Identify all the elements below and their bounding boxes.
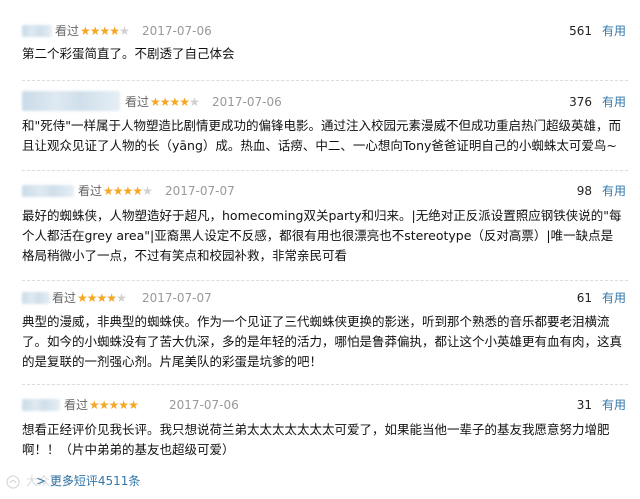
- star-icon: ★: [86, 291, 98, 305]
- star-icon: ★: [96, 291, 108, 305]
- star-icon: ★: [98, 398, 110, 412]
- useful-button[interactable]: 有用: [602, 93, 626, 111]
- divider: [22, 80, 628, 81]
- vote-count: 98: [576, 184, 592, 198]
- vote-count: 61: [576, 291, 592, 305]
- review-meta: 看过 ★★★★★ 2017-07-06 561 有用: [0, 22, 640, 40]
- rating-stars: ★★★★★: [150, 93, 200, 111]
- review-text: 想看正经评价见我长评。我只想说荷兰弟太太太太太太太可爱了，如果能当他一辈子的基友…: [22, 422, 610, 457]
- rating-stars: ★★★★★: [80, 22, 130, 40]
- user-name-blurred[interactable]: [22, 91, 120, 111]
- review-text: 典型的漫威，非典型的蜘蛛侠。作为一个见证了三代蜘蛛侠更换的影迷，听到那个熟悉的音…: [22, 314, 623, 369]
- vote-count: 561: [569, 24, 592, 38]
- review-meta: 看过 ★★★★★ 2017-07-06 31 有用: [0, 396, 640, 414]
- user-name-blurred[interactable]: [22, 292, 50, 304]
- review-date: 2017-07-06: [212, 95, 282, 109]
- rating-stars: ★★★★★: [103, 182, 153, 200]
- star-icon: ★: [116, 291, 127, 305]
- review-meta: 看过 ★★★★★ 2017-07-07 98 有用: [0, 182, 640, 200]
- divider: [22, 170, 628, 171]
- star-icon: ★: [150, 95, 161, 109]
- rating-stars: ★★★★★: [77, 289, 127, 307]
- star-icon: ★: [142, 184, 153, 198]
- user-name-blurred[interactable]: [22, 399, 60, 411]
- user-name-blurred[interactable]: [22, 25, 52, 37]
- review-text: 第二个彩蛋简直了。不剧透了自己体会: [22, 46, 235, 61]
- watched-label: 看过: [64, 398, 89, 412]
- star-icon: ★: [119, 24, 130, 38]
- star-icon: ★: [106, 291, 117, 305]
- star-icon: ★: [118, 398, 129, 412]
- star-icon: ★: [169, 95, 181, 109]
- star-icon: ★: [77, 291, 88, 305]
- star-icon: ★: [89, 24, 101, 38]
- divider: [22, 280, 628, 281]
- star-icon: ★: [128, 398, 139, 412]
- star-icon: ★: [122, 184, 134, 198]
- useful-button[interactable]: 有用: [602, 22, 626, 40]
- star-icon: ★: [179, 95, 190, 109]
- review-text: 和"死侍"一样属于人物塑造比剧情更成功的偏锋电影。通过注入校园元素漫威不但成功重…: [22, 118, 622, 153]
- star-icon: ★: [132, 184, 143, 198]
- useful-button[interactable]: 有用: [602, 396, 626, 414]
- star-icon: ★: [159, 95, 171, 109]
- watched-label: 看过: [55, 24, 80, 38]
- useful-button[interactable]: 有用: [602, 182, 626, 200]
- useful-button[interactable]: 有用: [602, 289, 626, 307]
- star-icon: ★: [109, 24, 120, 38]
- watched-label: 看过: [78, 184, 103, 198]
- divider: [22, 384, 628, 385]
- rating-stars: ★★★★★: [89, 396, 139, 414]
- user-name-blurred[interactable]: [22, 185, 74, 197]
- star-icon: ★: [89, 398, 100, 412]
- review-date: 2017-07-07: [165, 184, 235, 198]
- star-icon: ★: [108, 398, 120, 412]
- watermark-logo-icon: [6, 474, 20, 489]
- star-icon: ★: [189, 95, 200, 109]
- review-date: 2017-07-07: [142, 291, 212, 305]
- watched-label: 看过: [52, 291, 77, 305]
- star-icon: ★: [80, 24, 91, 38]
- review-meta: 看过 ★★★★★ 2017-07-06 376 有用: [0, 91, 640, 111]
- star-icon: ★: [112, 184, 124, 198]
- vote-count: 376: [569, 95, 592, 109]
- watched-label: 看过: [125, 95, 150, 109]
- review-date: 2017-07-06: [142, 24, 212, 38]
- more-reviews-link[interactable]: > 更多短评4511条: [36, 472, 140, 489]
- star-icon: ★: [103, 184, 114, 198]
- vote-count: 31: [576, 398, 592, 412]
- review-text: 最好的蜘蛛侠，人物塑造好于超凡，homecoming双关party和归来。|无绝…: [22, 208, 622, 263]
- star-icon: ★: [99, 24, 111, 38]
- review-date: 2017-07-06: [169, 398, 239, 412]
- review-meta: 看过 ★★★★★ 2017-07-07 61 有用: [0, 289, 640, 307]
